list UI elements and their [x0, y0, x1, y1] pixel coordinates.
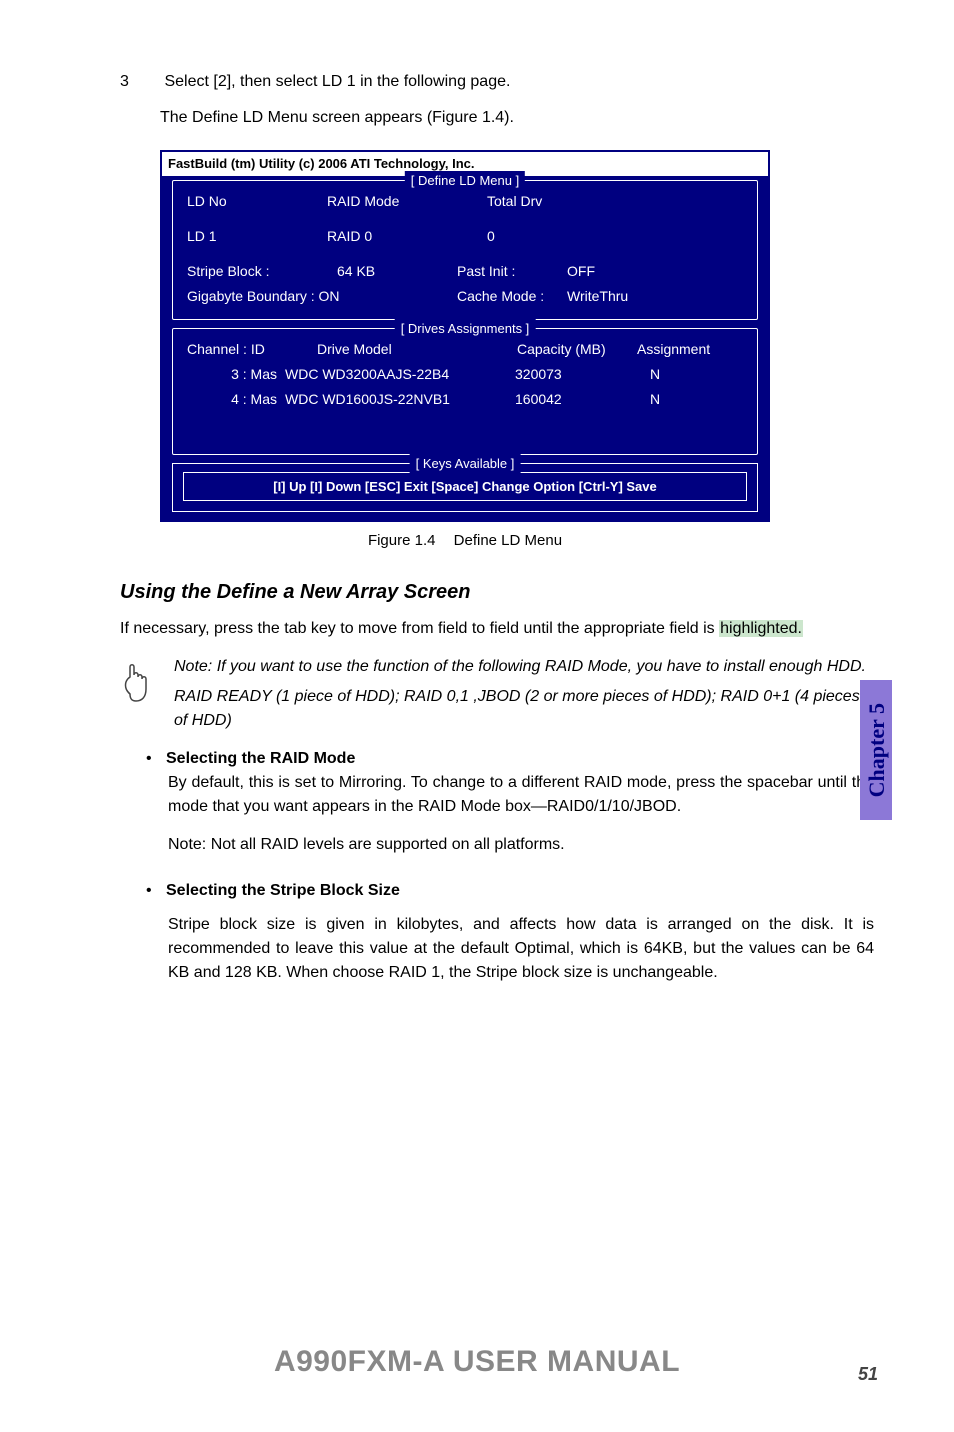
- figure-text: Define LD Menu: [454, 532, 562, 549]
- hand-icon: [120, 655, 162, 733]
- intro-text: If necessary, press the tab key to move …: [120, 620, 719, 637]
- drives-hdr-cap: Capacity (MB): [517, 339, 637, 360]
- drives-hdr-assign: Assignment: [637, 339, 737, 360]
- note-block: Note: If you want to use the function of…: [120, 655, 874, 733]
- drive-row-cap: 160042: [515, 389, 625, 410]
- bullet-title: Selecting the Stripe Block Size: [166, 882, 400, 899]
- drive-row-ch: 4 : Mas: [187, 389, 285, 410]
- define-ld-frame: [ Define LD Menu ] LD No RAID Mode Total…: [172, 180, 758, 320]
- val-ld1: LD 1: [187, 226, 327, 247]
- bullet-title: Selecting the RAID Mode: [166, 750, 355, 767]
- figure-caption: Figure 1.4 Define LD Menu: [160, 530, 770, 553]
- stripe-val: 64 KB: [337, 261, 457, 282]
- page-number: 51: [858, 1361, 878, 1388]
- figure-number: Figure 1.4: [368, 532, 436, 549]
- cachemode-val: WriteThru: [567, 286, 657, 307]
- bullet-heading: •Selecting the Stripe Block Size: [146, 879, 874, 903]
- intro-highlight: highlighted.: [719, 620, 803, 637]
- chapter-tab: Chapter 5: [860, 680, 892, 820]
- cachemode-label: Cache Mode :: [457, 286, 567, 307]
- drive-row-model: WDC WD3200AAJS-22B4: [285, 364, 515, 385]
- step-line: 3 Select [2], then select LD 1 in the fo…: [120, 70, 874, 94]
- stripe-label: Stripe Block :: [187, 261, 337, 282]
- chapter-label: Chapter 5: [860, 703, 893, 797]
- note-line2: RAID READY (1 piece of HDD); RAID 0,1 ,J…: [174, 685, 874, 733]
- bullet-body: By default, this is set to Mirroring. To…: [168, 771, 874, 857]
- step-text: Select [2], then select LD 1 in the foll…: [164, 73, 510, 90]
- keys-content: [I] Up [I] Down [ESC] Exit [Space] Chang…: [183, 472, 747, 502]
- drives-hdr-model: Drive Model: [317, 339, 517, 360]
- keys-frame: [ Keys Available ] [I] Up [I] Down [ESC]…: [172, 463, 758, 513]
- pastinit-val: OFF: [567, 261, 657, 282]
- keys-label: [ Keys Available ]: [410, 454, 521, 474]
- note-line1: Note: If you want to use the function of…: [174, 655, 874, 679]
- drive-row-model: WDC WD1600JS-22NVB1: [285, 389, 515, 410]
- section-heading: Using the Define a New Array Screen: [120, 577, 874, 607]
- drive-row-assign: N: [625, 389, 685, 410]
- define-ld-label: [ Define LD Menu ]: [405, 171, 525, 191]
- bullet-body: Stripe block size is given in kilobytes,…: [168, 913, 874, 985]
- bios-screen: FastBuild (tm) Utility (c) 2006 ATI Tech…: [160, 150, 770, 522]
- drives-frame: [ Drives Assignments ] Channel : ID Driv…: [172, 328, 758, 455]
- page: 3 Select [2], then select LD 1 in the fo…: [0, 0, 954, 1432]
- val-totaldrv: 0: [487, 226, 587, 247]
- drive-row-cap: 320073: [515, 364, 625, 385]
- footer-title: A990FXM-A USER MANUAL: [274, 1339, 680, 1384]
- note-text: Note: If you want to use the function of…: [174, 655, 874, 733]
- hdr-ldno: LD No: [187, 191, 327, 212]
- drive-row-ch: 3 : Mas: [187, 364, 285, 385]
- val-raid0: RAID 0: [327, 226, 487, 247]
- gigabyte-label: Gigabyte Boundary : ON: [187, 286, 457, 307]
- hdr-totaldrv: Total Drv: [487, 191, 587, 212]
- bullet-heading: •Selecting the RAID Mode: [146, 747, 874, 771]
- intro-para: If necessary, press the tab key to move …: [120, 617, 874, 641]
- bullet-p1: By default, this is set to Mirroring. To…: [168, 771, 874, 819]
- drives-hdr-channel: Channel : ID: [187, 339, 317, 360]
- step-number: 3: [120, 70, 160, 94]
- bullet-p2: Note: Not all RAID levels are supported …: [168, 833, 874, 857]
- bullet-raid-mode: •Selecting the RAID Mode By default, thi…: [146, 747, 874, 857]
- bullet-stripe-size: •Selecting the Stripe Block Size Stripe …: [146, 879, 874, 985]
- drive-row-assign: N: [625, 364, 685, 385]
- drives-label: [ Drives Assignments ]: [395, 319, 536, 339]
- pastinit-label: Past Init :: [457, 261, 567, 282]
- step-sub: The Define LD Menu screen appears (Figur…: [160, 106, 874, 130]
- bullet-p1: Stripe block size is given in kilobytes,…: [168, 913, 874, 985]
- hdr-raidmode: RAID Mode: [327, 191, 487, 212]
